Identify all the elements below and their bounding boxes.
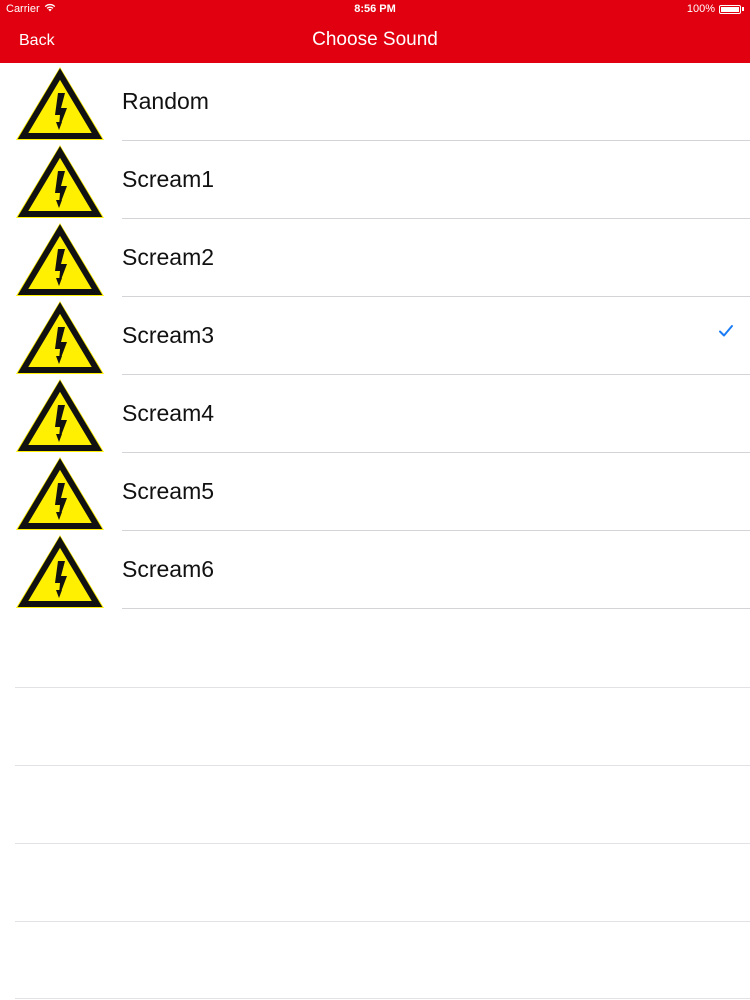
row-separator: [122, 608, 750, 609]
list-item-label: Scream3: [122, 322, 215, 348]
sound-list: Random Scream1 Scream2 Scream3 Scream4 S…: [0, 63, 750, 609]
battery-tip: [742, 7, 744, 11]
list-item-label: Scream5: [122, 478, 215, 504]
list-item-scream1[interactable]: Scream1: [0, 141, 750, 219]
battery-icon: [719, 4, 741, 14]
empty-row-separator: [15, 765, 750, 766]
list-item-scream4[interactable]: Scream4: [0, 375, 750, 453]
page-title: Choose Sound: [312, 29, 438, 50]
list-item-label: Scream1: [122, 166, 215, 192]
high-voltage-warning-icon: [14, 143, 106, 219]
list-item-scream2[interactable]: Scream2: [0, 219, 750, 297]
list-item-scream5[interactable]: Scream5: [0, 453, 750, 531]
list-item-label: Scream6: [122, 556, 215, 582]
empty-row-separator: [15, 998, 750, 999]
high-voltage-warning-icon: [14, 455, 106, 531]
status-time: 8:56 PM: [354, 3, 396, 15]
navigation-bar: Back Choose Sound: [0, 20, 750, 63]
high-voltage-warning-icon: [14, 299, 106, 375]
list-item-scream6[interactable]: Scream6: [0, 531, 750, 609]
battery-percent: 100%: [686, 3, 715, 15]
high-voltage-warning-icon: [14, 65, 106, 141]
list-item-label: Scream4: [122, 400, 215, 426]
sound-picker-screen: Carrier 8:56 PM 100% Back Choose Sound R…: [0, 0, 750, 1000]
high-voltage-warning-icon: [14, 221, 106, 297]
list-item-random[interactable]: Random: [0, 63, 750, 141]
empty-row-separator: [15, 687, 750, 688]
empty-row-separator: [15, 921, 750, 922]
list-item-scream3[interactable]: Scream3: [0, 297, 750, 375]
list-item-label: Scream2: [122, 244, 215, 270]
checkmark-icon: [718, 323, 734, 339]
status-right: 100%: [687, 3, 744, 15]
list-item-label: Random: [122, 88, 209, 114]
empty-row-separator: [15, 843, 750, 844]
high-voltage-warning-icon: [14, 377, 106, 453]
high-voltage-warning-icon: [14, 533, 106, 609]
status-bar: Carrier 8:56 PM 100%: [0, 0, 750, 20]
